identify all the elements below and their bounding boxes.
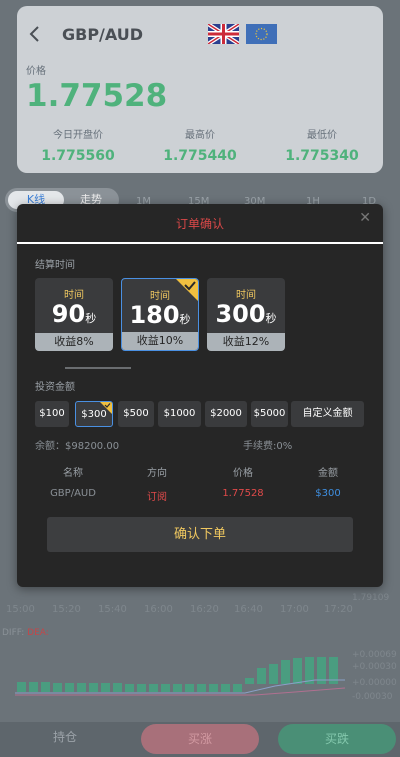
amount-5000-button[interactable]: $5000 [251, 401, 288, 427]
time-option-profit: 收益10% [122, 332, 198, 350]
open-price-label: 今日开盘价 [53, 130, 103, 141]
low-price-value: 1.775340 [285, 148, 359, 164]
macd-axis-label: -0.00030 [352, 692, 393, 702]
dea-label: DEA: [27, 628, 49, 638]
time-tick: 16:00 [144, 604, 173, 615]
buy-up-button[interactable]: 买涨 [141, 724, 259, 754]
time-tick: 17:00 [280, 604, 309, 615]
price-axis-label: 1.79109 [352, 593, 390, 603]
time-option-seconds: 90秒 [51, 300, 97, 328]
confirm-order-button[interactable]: 确认下单 [47, 517, 353, 552]
time-option-180[interactable]: 时间 180秒 收益10% [121, 278, 199, 351]
selected-check-icon [176, 279, 198, 301]
low-price-label: 最低价 [307, 130, 337, 141]
time-tick: 16:40 [234, 604, 263, 615]
uk-flag-icon [208, 24, 239, 44]
eu-flag-icon [246, 24, 277, 44]
buy-down-button[interactable]: 买跌 [278, 724, 396, 754]
amount-1000-button[interactable]: $1000 [158, 401, 201, 427]
fee-text: 手续费:0% [243, 441, 293, 452]
open-price-value: 1.775560 [41, 148, 115, 164]
title-divider [17, 242, 383, 244]
time-option-seconds: 180秒 [129, 301, 191, 329]
time-tick: 15:40 [98, 604, 127, 615]
col-amount: 金额 [318, 468, 338, 479]
time-tick: 15:20 [52, 604, 81, 615]
macd-histogram [15, 657, 345, 696]
amount-500-button[interactable]: $500 [118, 401, 154, 427]
macd-axis-label: +0.00030 [352, 662, 397, 672]
time-tick: 17:20 [324, 604, 353, 615]
current-price: 1.77528 [26, 78, 168, 114]
macd-axis-label: +0.00069 [352, 650, 397, 660]
amount-300-button[interactable]: $300 [75, 401, 113, 427]
amount-2000-button[interactable]: $2000 [205, 401, 247, 427]
settlement-time-label: 结算时间 [35, 260, 75, 271]
macd-axis-label: +0.00000 [352, 678, 397, 688]
time-option-300[interactable]: 时间 300秒 收益12% [207, 278, 285, 351]
time-option-title: 时间 [64, 290, 84, 301]
balance-text: 余额：$98200.00 [35, 441, 120, 452]
row-name: GBP/AUD [50, 488, 96, 499]
pair-title: GBP/AUD [62, 25, 144, 44]
time-tick: 16:20 [190, 604, 219, 615]
row-direction: 订阅 [147, 492, 167, 503]
row-amount: $300 [315, 488, 341, 499]
price-label: 价格 [26, 66, 46, 77]
section-divider [65, 367, 131, 369]
custom-amount-button[interactable]: 自定义金额 [291, 401, 364, 427]
high-price-value: 1.775440 [163, 148, 237, 164]
time-option-title: 时间 [236, 290, 256, 301]
time-option-seconds: 300秒 [215, 300, 277, 328]
modal-title: 订单确认 [175, 217, 224, 231]
investment-amount-label: 投资金额 [35, 382, 75, 393]
row-price: 1.77528 [222, 488, 264, 499]
time-option-90[interactable]: 时间 90秒 收益8% [35, 278, 113, 351]
positions-button[interactable]: 持仓 [40, 728, 90, 745]
time-tick: 15:00 [6, 604, 35, 615]
col-name: 名称 [63, 468, 83, 479]
high-price-label: 最高价 [185, 130, 215, 141]
time-option-profit: 收益8% [35, 333, 113, 351]
col-price: 价格 [233, 468, 253, 479]
order-confirm-modal: 订单确认 ✕ 结算时间 时间 90秒 收益8% 时间 180秒 收益10% 时间… [17, 204, 383, 587]
diff-label: DIFF: [2, 628, 25, 638]
col-direction: 方向 [147, 468, 167, 479]
back-arrow-icon[interactable] [26, 25, 44, 43]
time-option-profit: 收益12% [207, 333, 285, 351]
close-icon[interactable]: ✕ [359, 210, 371, 226]
selected-check-icon [100, 402, 112, 414]
amount-100-button[interactable]: $100 [35, 401, 69, 427]
macd-legend: DIFF: DEA: [2, 628, 49, 638]
